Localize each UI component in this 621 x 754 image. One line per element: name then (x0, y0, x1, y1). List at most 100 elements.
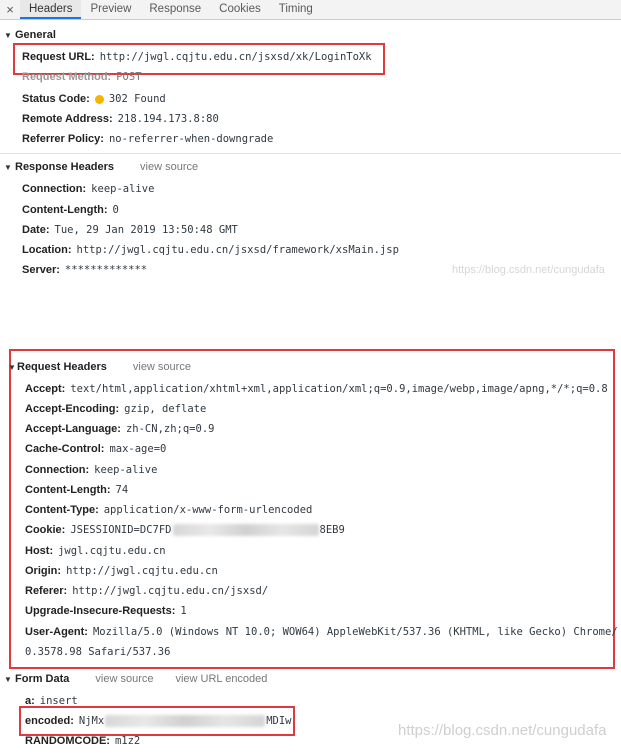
tab-headers[interactable]: Headers (20, 0, 82, 19)
redacted-blur (172, 524, 319, 536)
remote-address-value: 218.194.173.8:80 (117, 113, 219, 125)
header-key: Accept: (25, 383, 66, 395)
collapse-triangle-icon[interactable]: ▼ (8, 363, 16, 372)
header-value: text/html,application/xhtml+xml,applicat… (70, 383, 608, 395)
response-header-row: Content-Length: 0 (22, 202, 119, 218)
header-value: http://jwgl.cqjtu.edu.cn/jsxsd/ (72, 585, 269, 597)
request-header-row: Upgrade-Insecure-Requests: 1 (25, 603, 187, 619)
header-value: gzip, deflate (124, 403, 207, 415)
header-value: Tue, 29 Jan 2019 13:50:48 GMT (54, 224, 238, 236)
tab-response[interactable]: Response (140, 0, 210, 19)
request-headers-section-header[interactable]: ▼ Request Headers view source (8, 359, 191, 375)
header-key: Content-Length: (22, 204, 108, 216)
status-code-row: Status Code: 302 Found (22, 91, 166, 107)
request-header-row: Content-Length: 74 (25, 482, 128, 498)
close-icon[interactable]: × (0, 0, 20, 19)
referrer-policy-key: Referrer Policy: (22, 133, 104, 145)
user-agent-continuation: 0.3578.98 Safari/537.36 (25, 644, 170, 660)
header-value: ************* (64, 264, 148, 276)
tab-cookies[interactable]: Cookies (210, 0, 270, 19)
response-view-source-link[interactable]: view source (140, 161, 198, 173)
response-headers-section-header[interactable]: ▼ Response Headers view source (4, 159, 198, 175)
collapse-triangle-icon[interactable]: ▼ (4, 163, 12, 172)
collapse-triangle-icon[interactable]: ▼ (4, 675, 12, 684)
header-key: Server: (22, 264, 60, 276)
form-view-source-link[interactable]: view source (95, 673, 153, 685)
request-view-source-link[interactable]: view source (133, 361, 191, 373)
request-header-row: Accept-Language: zh-CN,zh;q=0.9 (25, 421, 214, 437)
watermark-text: https://blog.csdn.net/cungudafa (398, 722, 607, 739)
header-key: Accept-Encoding: (25, 403, 120, 415)
response-header-row: Location: http://jwgl.cqjtu.edu.cn/jsxsd… (22, 242, 399, 258)
request-header-row: Accept-Encoding: gzip, deflate (25, 401, 206, 417)
form-view-url-encoded-link[interactable]: view URL encoded (175, 673, 267, 685)
response-header-row: Server: ************* (22, 262, 147, 278)
request-header-row: Connection: keep-alive (25, 462, 157, 478)
header-value: zh-CN,zh;q=0.9 (125, 423, 215, 435)
request-header-row: Accept: text/html,application/xhtml+xml,… (25, 381, 608, 397)
header-value: 74 (115, 484, 129, 496)
header-key: Upgrade-Insecure-Requests: (25, 605, 176, 617)
request-header-row: Content-Type: application/x-www-form-url… (25, 502, 312, 518)
request-method-key: Request Method: (22, 71, 112, 83)
request-method-value: POST (116, 71, 142, 83)
header-key: Content-Type: (25, 504, 99, 516)
header-value: keep-alive (94, 464, 158, 476)
header-key: Accept-Language: (25, 423, 121, 435)
referrer-policy-value: no-referrer-when-downgrade (108, 133, 274, 145)
devtools-tab-bar: × Headers Preview Response Cookies Timin… (0, 0, 621, 20)
header-key: Date: (22, 224, 50, 236)
header-value-continuation: 0.3578.98 Safari/537.36 (25, 646, 171, 658)
request-header-row-cookie: Cookie: JSESSIONID=DC7FD 8EB9 (25, 522, 345, 538)
general-section-header[interactable]: ▼ General (4, 27, 56, 43)
header-value: Mozilla/5.0 (Windows NT 10.0; WOW64) App… (92, 626, 617, 638)
request-header-row: Host: jwgl.cqjtu.edu.cn (25, 543, 166, 559)
header-value: 1 (180, 605, 187, 617)
collapse-triangle-icon[interactable]: ▼ (4, 31, 12, 40)
header-value: http://jwgl.cqjtu.edu.cn/jsxsd/framework… (76, 244, 399, 256)
header-key: Cache-Control: (25, 443, 105, 455)
tab-preview[interactable]: Preview (81, 0, 140, 19)
status-code-value: 302 Found (108, 93, 166, 105)
header-value: application/x-www-form-urlencoded (103, 504, 313, 516)
form-value: m1z2 (114, 735, 141, 747)
request-header-row: Cache-Control: max-age=0 (25, 441, 166, 457)
status-code-key: Status Code: (22, 93, 90, 105)
header-value: keep-alive (91, 183, 155, 195)
general-title: General (15, 29, 56, 41)
status-warning-dot-icon (94, 94, 104, 104)
header-value: jwgl.cqjtu.edu.cn (58, 545, 166, 557)
request-header-row-user-agent: User-Agent: Mozilla/5.0 (Windows NT 10.0… (25, 624, 617, 640)
section-divider (0, 153, 621, 154)
referrer-policy-row: Referrer Policy: no-referrer-when-downgr… (22, 131, 273, 147)
request-method-row: Request Method: POST (22, 71, 142, 83)
response-header-row: Date: Tue, 29 Jan 2019 13:50:48 GMT (22, 222, 238, 238)
header-key: Host: (25, 545, 54, 557)
remote-address-row: Remote Address: 218.194.173.8:80 (22, 111, 219, 127)
header-key: Connection: (25, 464, 90, 476)
header-key: User-Agent: (25, 626, 88, 638)
header-value: 0 (112, 204, 119, 216)
header-key: Location: (22, 244, 72, 256)
header-key: Cookie: (25, 524, 66, 536)
tab-timing[interactable]: Timing (270, 0, 322, 19)
header-key: Connection: (22, 183, 87, 195)
response-header-row: Connection: keep-alive (22, 181, 154, 197)
request-header-row: Referer: http://jwgl.cqjtu.edu.cn/jsxsd/ (25, 583, 268, 599)
watermark-text: https://blog.csdn.net/cungudafa (452, 264, 605, 276)
request-header-row: Origin: http://jwgl.cqjtu.edu.cn (25, 563, 218, 579)
response-headers-title: Response Headers (15, 161, 115, 173)
request-headers-title: Request Headers (17, 361, 107, 373)
cookie-value-start: JSESSIONID=DC7FD (70, 524, 172, 536)
header-key: Referer: (25, 585, 68, 597)
form-data-row: RANDOMCODE: m1z2 (25, 733, 140, 749)
encoded-highlight-box (19, 706, 295, 736)
header-value: max-age=0 (109, 443, 167, 455)
form-data-title: Form Data (15, 673, 70, 685)
header-key: Content-Length: (25, 484, 111, 496)
cookie-value-end: 8EB9 (319, 524, 345, 536)
remote-address-key: Remote Address: (22, 113, 113, 125)
form-data-section-header[interactable]: ▼ Form Data view source view URL encoded (4, 671, 267, 687)
header-value: http://jwgl.cqjtu.edu.cn (66, 565, 218, 577)
header-key: Origin: (25, 565, 62, 577)
